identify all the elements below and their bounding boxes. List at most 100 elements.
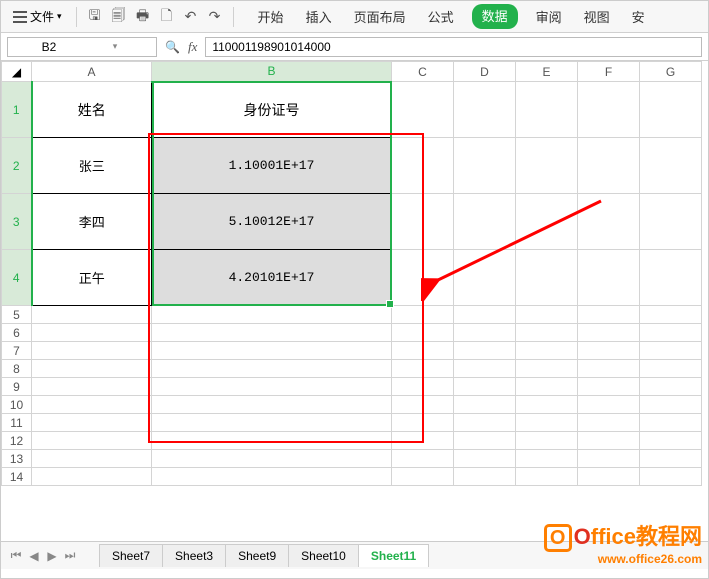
cell[interactable] (516, 250, 578, 306)
cell[interactable] (454, 306, 516, 324)
cell[interactable] (152, 342, 392, 360)
cell[interactable] (516, 360, 578, 378)
cell[interactable] (32, 468, 152, 486)
cell-B2[interactable]: 1.10001E+17 (152, 138, 392, 194)
col-header-E[interactable]: E (516, 62, 578, 82)
col-header-D[interactable]: D (454, 62, 516, 82)
row-header-10[interactable]: 10 (2, 396, 32, 414)
cell-A4[interactable]: 正午 (32, 250, 152, 306)
cell[interactable] (454, 360, 516, 378)
print-icon[interactable]: 🖶 (133, 7, 153, 27)
cell[interactable] (578, 306, 640, 324)
sheet-tab[interactable]: Sheet3 (162, 544, 226, 567)
cell[interactable] (392, 250, 454, 306)
cell[interactable] (392, 414, 454, 432)
formula-input[interactable] (205, 37, 702, 57)
cell[interactable] (578, 450, 640, 468)
cell[interactable] (640, 378, 702, 396)
cell[interactable] (152, 432, 392, 450)
col-header-A[interactable]: A (32, 62, 152, 82)
cell[interactable] (392, 324, 454, 342)
cell-B4[interactable]: 4.20101E+17 (152, 250, 392, 306)
cell[interactable] (640, 468, 702, 486)
cell-A2[interactable]: 张三 (32, 138, 152, 194)
undo-icon[interactable]: ↶ (181, 7, 201, 27)
cell[interactable] (640, 82, 702, 138)
save-icon[interactable]: 🖫 (85, 7, 105, 27)
cell[interactable] (640, 324, 702, 342)
row-header-8[interactable]: 8 (2, 360, 32, 378)
sheet-tab[interactable]: Sheet9 (225, 544, 289, 567)
cell[interactable] (392, 468, 454, 486)
cell[interactable] (454, 250, 516, 306)
file-menu-button[interactable]: 文件 ▾ (7, 6, 68, 27)
cell[interactable] (392, 378, 454, 396)
cell[interactable] (578, 138, 640, 194)
cell[interactable] (392, 342, 454, 360)
tab-security[interactable]: 安 (628, 4, 649, 29)
row-header-3[interactable]: 3 (2, 194, 32, 250)
cell[interactable] (32, 306, 152, 324)
row-header-13[interactable]: 13 (2, 450, 32, 468)
cell[interactable] (640, 414, 702, 432)
cell[interactable] (578, 414, 640, 432)
cell[interactable] (32, 324, 152, 342)
redo-icon[interactable]: ↷ (205, 7, 225, 27)
cell[interactable] (454, 450, 516, 468)
cell[interactable] (516, 194, 578, 250)
cell[interactable] (578, 342, 640, 360)
col-header-F[interactable]: F (578, 62, 640, 82)
tab-review[interactable]: 审阅 (532, 4, 566, 29)
cell[interactable] (516, 306, 578, 324)
cell[interactable] (152, 468, 392, 486)
cell[interactable] (392, 396, 454, 414)
col-header-G[interactable]: G (640, 62, 702, 82)
cell[interactable] (454, 468, 516, 486)
cell[interactable] (640, 250, 702, 306)
row-header-2[interactable]: 2 (2, 138, 32, 194)
cell[interactable] (152, 450, 392, 468)
tab-formula[interactable]: 公式 (424, 4, 458, 29)
cell[interactable] (516, 450, 578, 468)
sheet-nav-prev[interactable]: ◀ (25, 549, 43, 563)
cell[interactable] (32, 414, 152, 432)
row-header-6[interactable]: 6 (2, 324, 32, 342)
row-header-7[interactable]: 7 (2, 342, 32, 360)
cell[interactable] (152, 396, 392, 414)
cell[interactable] (578, 250, 640, 306)
cell[interactable] (454, 342, 516, 360)
cell[interactable] (516, 138, 578, 194)
cell[interactable] (392, 432, 454, 450)
cell[interactable] (392, 450, 454, 468)
save-as-icon[interactable]: 🗐 (109, 7, 129, 27)
preview-icon[interactable]: 🗋 (157, 7, 177, 27)
cell[interactable] (640, 432, 702, 450)
tab-layout[interactable]: 页面布局 (350, 4, 410, 29)
sheet-nav-first[interactable]: ⏮ (7, 548, 25, 563)
cell[interactable] (640, 360, 702, 378)
cell[interactable] (454, 432, 516, 450)
row-header-1[interactable]: 1 (2, 82, 32, 138)
cell[interactable] (578, 82, 640, 138)
sheet-nav-next[interactable]: ▶ (43, 549, 61, 563)
name-box[interactable]: B2 ▾ (7, 37, 157, 57)
cell[interactable] (152, 378, 392, 396)
cell[interactable] (392, 82, 454, 138)
cell[interactable] (578, 432, 640, 450)
sheet-nav-last[interactable]: ⏭ (61, 548, 79, 563)
cell-B1[interactable]: 身份证号 (152, 82, 392, 138)
cell[interactable] (578, 396, 640, 414)
cell[interactable] (516, 378, 578, 396)
select-all-corner[interactable]: ◢ (2, 62, 32, 82)
cell[interactable] (516, 324, 578, 342)
cell[interactable] (578, 468, 640, 486)
cell[interactable] (454, 324, 516, 342)
search-icon[interactable]: 🔍 (165, 40, 180, 54)
cell[interactable] (392, 306, 454, 324)
row-header-4[interactable]: 4 (2, 250, 32, 306)
cell[interactable] (516, 468, 578, 486)
cell[interactable] (516, 414, 578, 432)
sheet-tab[interactable]: Sheet10 (288, 544, 359, 567)
cell[interactable] (516, 82, 578, 138)
cell[interactable] (454, 396, 516, 414)
